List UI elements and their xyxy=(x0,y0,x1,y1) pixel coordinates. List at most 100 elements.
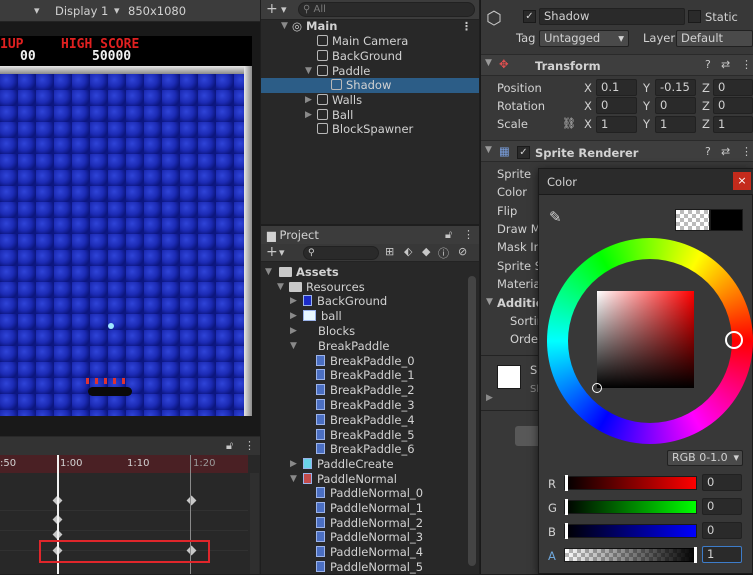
expand-arrow-icon[interactable]: ▼ xyxy=(486,297,493,307)
project-sprite-row[interactable]: PaddleNormal_0 xyxy=(261,486,423,501)
dropdown-arrow-icon[interactable]: ▾ xyxy=(279,246,285,259)
project-scrollbar[interactable] xyxy=(468,276,476,566)
rotation-z-field[interactable]: 0 xyxy=(713,97,753,114)
add-plus-icon[interactable]: + xyxy=(266,1,278,17)
collapse-arrow-icon[interactable]: ▶ xyxy=(305,108,315,123)
g-slider-handle[interactable] xyxy=(565,499,568,515)
position-x-field[interactable]: 0.1 xyxy=(596,79,637,96)
help-icon[interactable]: ? xyxy=(705,58,711,71)
sv-handle[interactable] xyxy=(592,383,602,393)
search-by-type-icon[interactable]: ⊞ xyxy=(385,245,394,258)
project-search-input[interactable]: ⚲ xyxy=(303,246,379,260)
collapse-arrow-icon[interactable]: ▶ xyxy=(305,93,315,108)
hierarchy-search-input[interactable]: ⚲ All xyxy=(298,2,475,17)
add-plus-icon[interactable]: + xyxy=(266,244,278,260)
expand-arrow-icon[interactable]: ▼ xyxy=(290,472,300,487)
transform-header[interactable]: ▼ ✥ Transform ? ⇄ ⋮ xyxy=(481,54,753,76)
display-dropdown[interactable]: Display 1 xyxy=(55,4,108,18)
tag-dropdown[interactable]: Untagged ▾ xyxy=(539,30,629,47)
dropdown-arrow-icon[interactable]: ▾ xyxy=(281,3,287,16)
lock-icon[interactable]: 🔓︎ xyxy=(226,439,233,453)
project-sprite-row[interactable]: PaddleNormal_3 xyxy=(261,530,423,545)
active-checkbox[interactable]: ✓ xyxy=(523,10,536,23)
previous-color-swatch[interactable] xyxy=(675,209,710,231)
scene-root-row[interactable]: ▼ ◎ Main ⋮ xyxy=(261,19,479,34)
sprite-renderer-header[interactable]: ▼ ▦ ✓ Sprite Renderer ? ⇄ ⋮ xyxy=(481,140,753,162)
project-sprite-row[interactable]: BreakPaddle_6 xyxy=(261,442,415,457)
position-y-field[interactable]: -0.15 xyxy=(655,79,696,96)
layer-dropdown[interactable]: Default xyxy=(676,30,753,47)
dropdown-arrow-icon[interactable]: ▾ xyxy=(114,4,120,17)
a-slider-handle[interactable] xyxy=(694,547,697,563)
hierarchy-item-shadow[interactable]: Shadow xyxy=(261,78,479,93)
project-item-paddlenormal[interactable]: ▼ PaddleNormal xyxy=(261,472,397,487)
component-enabled-checkbox[interactable]: ✓ xyxy=(517,146,530,159)
b-channel-input[interactable]: 0 xyxy=(702,522,742,539)
more-options-icon[interactable]: ⋮ xyxy=(741,145,752,158)
scale-y-field[interactable]: 1 xyxy=(655,116,696,133)
eyedropper-icon[interactable]: ✎ xyxy=(549,208,562,226)
rotation-x-field[interactable]: 0 xyxy=(596,97,637,114)
collapse-arrow-icon[interactable]: ▶ xyxy=(290,324,300,339)
b-channel-slider[interactable] xyxy=(564,524,697,538)
current-color-swatch[interactable] xyxy=(710,209,743,231)
hierarchy-item-ball[interactable]: ▶ Ball xyxy=(261,108,479,123)
a-channel-input[interactable]: 1 xyxy=(702,546,742,563)
b-slider-handle[interactable] xyxy=(565,523,568,539)
g-channel-slider[interactable] xyxy=(564,500,697,514)
tag-icon[interactable]: ◆ xyxy=(422,245,430,258)
expand-arrow-icon[interactable]: ▼ xyxy=(290,339,300,354)
r-slider-handle[interactable] xyxy=(565,475,568,491)
static-checkbox[interactable] xyxy=(688,10,701,23)
more-options-icon[interactable]: ⋮ xyxy=(244,439,255,452)
project-sprite-row[interactable]: BreakPaddle_2 xyxy=(261,383,415,398)
hierarchy-item-main-camera[interactable]: Main Camera xyxy=(261,34,479,49)
more-options-icon[interactable]: ⋮ xyxy=(741,58,752,71)
project-item-paddlecreate[interactable]: ▶ PaddleCreate xyxy=(261,457,394,472)
project-sprite-row[interactable]: BreakPaddle_5 xyxy=(261,428,415,443)
collapse-arrow-icon[interactable]: ▶ xyxy=(290,457,300,472)
material-preview-swatch[interactable] xyxy=(497,365,521,389)
search-by-label-icon[interactable]: ⬖ xyxy=(404,245,412,258)
project-sprite-row[interactable]: PaddleNormal_4 xyxy=(261,545,423,560)
help-icon[interactable]: ? xyxy=(705,145,711,158)
r-channel-input[interactable]: 0 xyxy=(702,474,742,491)
project-folder-assets[interactable]: ▼ Assets xyxy=(261,265,339,280)
color-mode-dropdown[interactable]: RGB 0-1.0 ▾ xyxy=(667,450,743,466)
project-folder-resources[interactable]: ▼ Resources xyxy=(261,280,365,295)
expand-arrow-icon[interactable]: ▼ xyxy=(277,280,287,295)
project-sprite-row[interactable]: PaddleNormal_5 xyxy=(261,560,423,575)
project-sprite-row[interactable]: BreakPaddle_0 xyxy=(261,354,415,369)
g-channel-input[interactable]: 0 xyxy=(702,498,742,515)
collapse-arrow-icon[interactable]: ▶ xyxy=(290,294,300,309)
preset-icon[interactable]: ⇄ xyxy=(721,145,730,158)
resolution-dropdown[interactable]: 850x1080 xyxy=(128,4,186,18)
info-icon[interactable]: ⓘ xyxy=(438,245,449,261)
project-sprite-row[interactable]: PaddleNormal_2 xyxy=(261,516,423,531)
expand-arrow-icon[interactable]: ▼ xyxy=(281,19,291,34)
expand-arrow-icon[interactable]: ▼ xyxy=(485,58,492,68)
animation-scrollbar[interactable] xyxy=(250,473,259,574)
close-icon[interactable]: × xyxy=(733,172,751,190)
timeline-ruler[interactable]: :50 1:00 1:10 1:20 xyxy=(0,455,248,473)
project-item-breakpaddle[interactable]: ▼ BreakPaddle xyxy=(261,339,389,354)
hierarchy-item-background[interactable]: BackGround xyxy=(261,49,479,64)
expand-arrow-icon[interactable]: ▼ xyxy=(305,64,315,79)
hierarchy-item-blockspawner[interactable]: BlockSpawner xyxy=(261,122,479,137)
project-item-background[interactable]: ▶ BackGround xyxy=(261,294,387,309)
expand-arrow-icon[interactable]: ▶ xyxy=(486,393,493,403)
dropdown-arrow-icon[interactable]: ▾ xyxy=(34,4,40,17)
project-sprite-row[interactable]: BreakPaddle_3 xyxy=(261,398,415,413)
more-options-icon[interactable]: ⋮ xyxy=(461,19,472,34)
tab-project[interactable]: ▆ Project xyxy=(267,228,319,242)
preset-icon[interactable]: ⇄ xyxy=(721,58,730,71)
more-options-icon[interactable]: ⋮ xyxy=(463,228,474,241)
position-z-field[interactable]: 0 xyxy=(713,79,753,96)
project-sprite-row[interactable]: PaddleNormal_1 xyxy=(261,501,423,516)
collapse-arrow-icon[interactable]: ▶ xyxy=(290,309,300,324)
lock-icon[interactable]: 🔓︎ xyxy=(445,228,452,242)
link-scale-icon[interactable]: ⛓ xyxy=(562,117,576,130)
r-channel-slider[interactable] xyxy=(564,476,697,490)
object-name-field[interactable]: Shadow xyxy=(539,8,685,25)
scale-z-field[interactable]: 1 xyxy=(713,116,753,133)
